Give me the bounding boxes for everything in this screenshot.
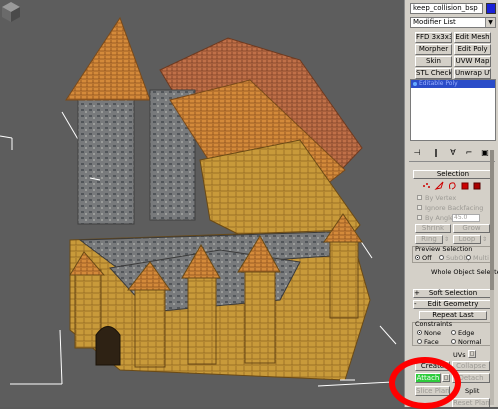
constraint-normal-label: Normal <box>458 338 482 346</box>
edge-level-icon[interactable] <box>434 181 444 190</box>
viewcube-icon[interactable] <box>0 0 22 24</box>
constraint-face-radio[interactable] <box>417 339 422 344</box>
polygon-level-icon[interactable] <box>461 182 469 190</box>
by-vertex-label: By Vertex <box>425 194 457 202</box>
element-level-icon[interactable] <box>473 182 481 190</box>
split-label: Split <box>465 387 480 395</box>
attach-list-icon[interactable]: □ <box>442 374 450 382</box>
castle-model-render <box>0 16 397 387</box>
perspective-viewport[interactable] <box>0 0 404 407</box>
attach-button[interactable]: Attach <box>415 373 441 383</box>
border-level-icon[interactable] <box>449 182 456 190</box>
modifier-button-uvw-map[interactable]: UVW Map <box>454 56 491 67</box>
modifier-button-ffd-3x3x3[interactable]: FFD 3x3x3 <box>415 32 452 43</box>
slice-plane-button[interactable]: Slice Plane <box>415 386 450 396</box>
modifier-button-edit-poly[interactable]: Edit Poly <box>454 44 491 55</box>
constraint-edge-radio[interactable] <box>451 330 456 335</box>
pin-stack-icon[interactable]: ⊣ <box>411 148 423 158</box>
rollout-title: Edit Geometry <box>427 300 479 308</box>
by-angle-spinner[interactable]: 45.0 <box>452 214 480 222</box>
selection-level-toolbar <box>423 181 481 190</box>
remove-modifier-icon[interactable]: ⌐ <box>463 148 475 158</box>
rollout-expand-icon: + <box>414 289 420 297</box>
grow-button[interactable]: Grow <box>453 224 490 233</box>
constraint-face-label: Face <box>424 338 439 346</box>
rollout-title: Soft Selection <box>428 289 478 297</box>
ring-button[interactable]: Ring <box>415 235 443 244</box>
soft-selection-rollout-header[interactable]: Soft Selection <box>413 289 493 298</box>
show-end-result-icon[interactable]: ‖ <box>430 148 442 158</box>
modifier-button-stl-check[interactable]: STL Check <box>415 68 452 79</box>
preview-multi-label: Multi <box>473 254 489 262</box>
modifier-button-unwrap-uvw[interactable]: Unwrap UVW <box>454 68 491 79</box>
constraint-none-label: None <box>424 329 441 337</box>
lightbulb-icon[interactable] <box>413 82 417 86</box>
selection-status-text: Whole Object Selected <box>431 268 498 276</box>
rollout-collapse-icon: - <box>414 300 417 308</box>
collapse-button[interactable]: Collapse <box>452 361 490 371</box>
modifier-button-morpher[interactable]: Morpher <box>415 44 452 55</box>
modifier-stack-list[interactable]: Editable Poly <box>410 79 496 141</box>
rollout-title: Selection <box>436 170 470 178</box>
create-button[interactable]: Create <box>415 361 450 371</box>
ignore-backfacing-checkbox[interactable] <box>417 205 422 210</box>
preview-multi-radio[interactable] <box>466 255 471 260</box>
panel-scrollbar[interactable] <box>490 150 494 405</box>
preserve-uvs-label: UVs <box>453 351 466 359</box>
modifier-button-skin[interactable]: Skin <box>415 56 452 67</box>
by-angle-checkbox[interactable] <box>417 215 422 220</box>
edit-geometry-rollout-header[interactable]: Edit Geometry <box>413 300 493 309</box>
shrink-button[interactable]: Shrink <box>415 224 451 233</box>
object-color-swatch[interactable] <box>486 3 496 14</box>
preview-off-label: Off <box>422 254 432 262</box>
command-panel-modify: keep_collision_bsp Modifier List ▼ FFD 3… <box>404 0 498 407</box>
repeat-last-button[interactable]: Repeat Last <box>419 311 487 320</box>
loop-spinner-icon[interactable]: ⇕ <box>482 236 487 243</box>
preview-off-radio[interactable] <box>415 255 420 260</box>
object-name-field[interactable]: keep_collision_bsp <box>410 3 483 14</box>
modifier-button-edit-mesh[interactable]: Edit Mesh <box>454 32 491 43</box>
constraint-normal-radio[interactable] <box>451 339 456 344</box>
ignore-backfacing-label: Ignore Backfacing <box>425 204 484 212</box>
constraint-none-radio[interactable] <box>417 330 422 335</box>
loop-button[interactable]: Loop <box>453 235 481 244</box>
stack-item-label: Editable Poly <box>419 80 458 87</box>
preview-subobj-radio[interactable] <box>439 255 444 260</box>
make-unique-icon[interactable]: ∀ <box>447 148 459 158</box>
chevron-down-icon: ▼ <box>485 18 495 27</box>
stack-item-editable-poly[interactable]: Editable Poly <box>411 80 495 88</box>
reset-plane-button[interactable]: Reset Plane <box>452 398 490 407</box>
preview-selection-label: Preview Selection <box>415 245 473 253</box>
preserve-uvs-settings-icon[interactable]: □ <box>468 350 476 358</box>
constraint-edge-label: Edge <box>458 329 475 337</box>
scrollbar-thumb[interactable] <box>490 150 494 290</box>
selection-rollout-header[interactable]: Selection <box>413 170 493 179</box>
constraints-label: Constraints <box>415 320 453 328</box>
by-vertex-checkbox[interactable] <box>417 195 422 200</box>
vertex-level-icon[interactable] <box>423 183 430 188</box>
ring-spinner-icon[interactable]: ⇕ <box>444 236 449 243</box>
modifier-list-dropdown[interactable]: Modifier List ▼ <box>410 17 496 28</box>
divider <box>409 161 495 162</box>
modifier-list-label: Modifier List <box>413 18 456 26</box>
detach-button[interactable]: Detach <box>452 373 490 383</box>
